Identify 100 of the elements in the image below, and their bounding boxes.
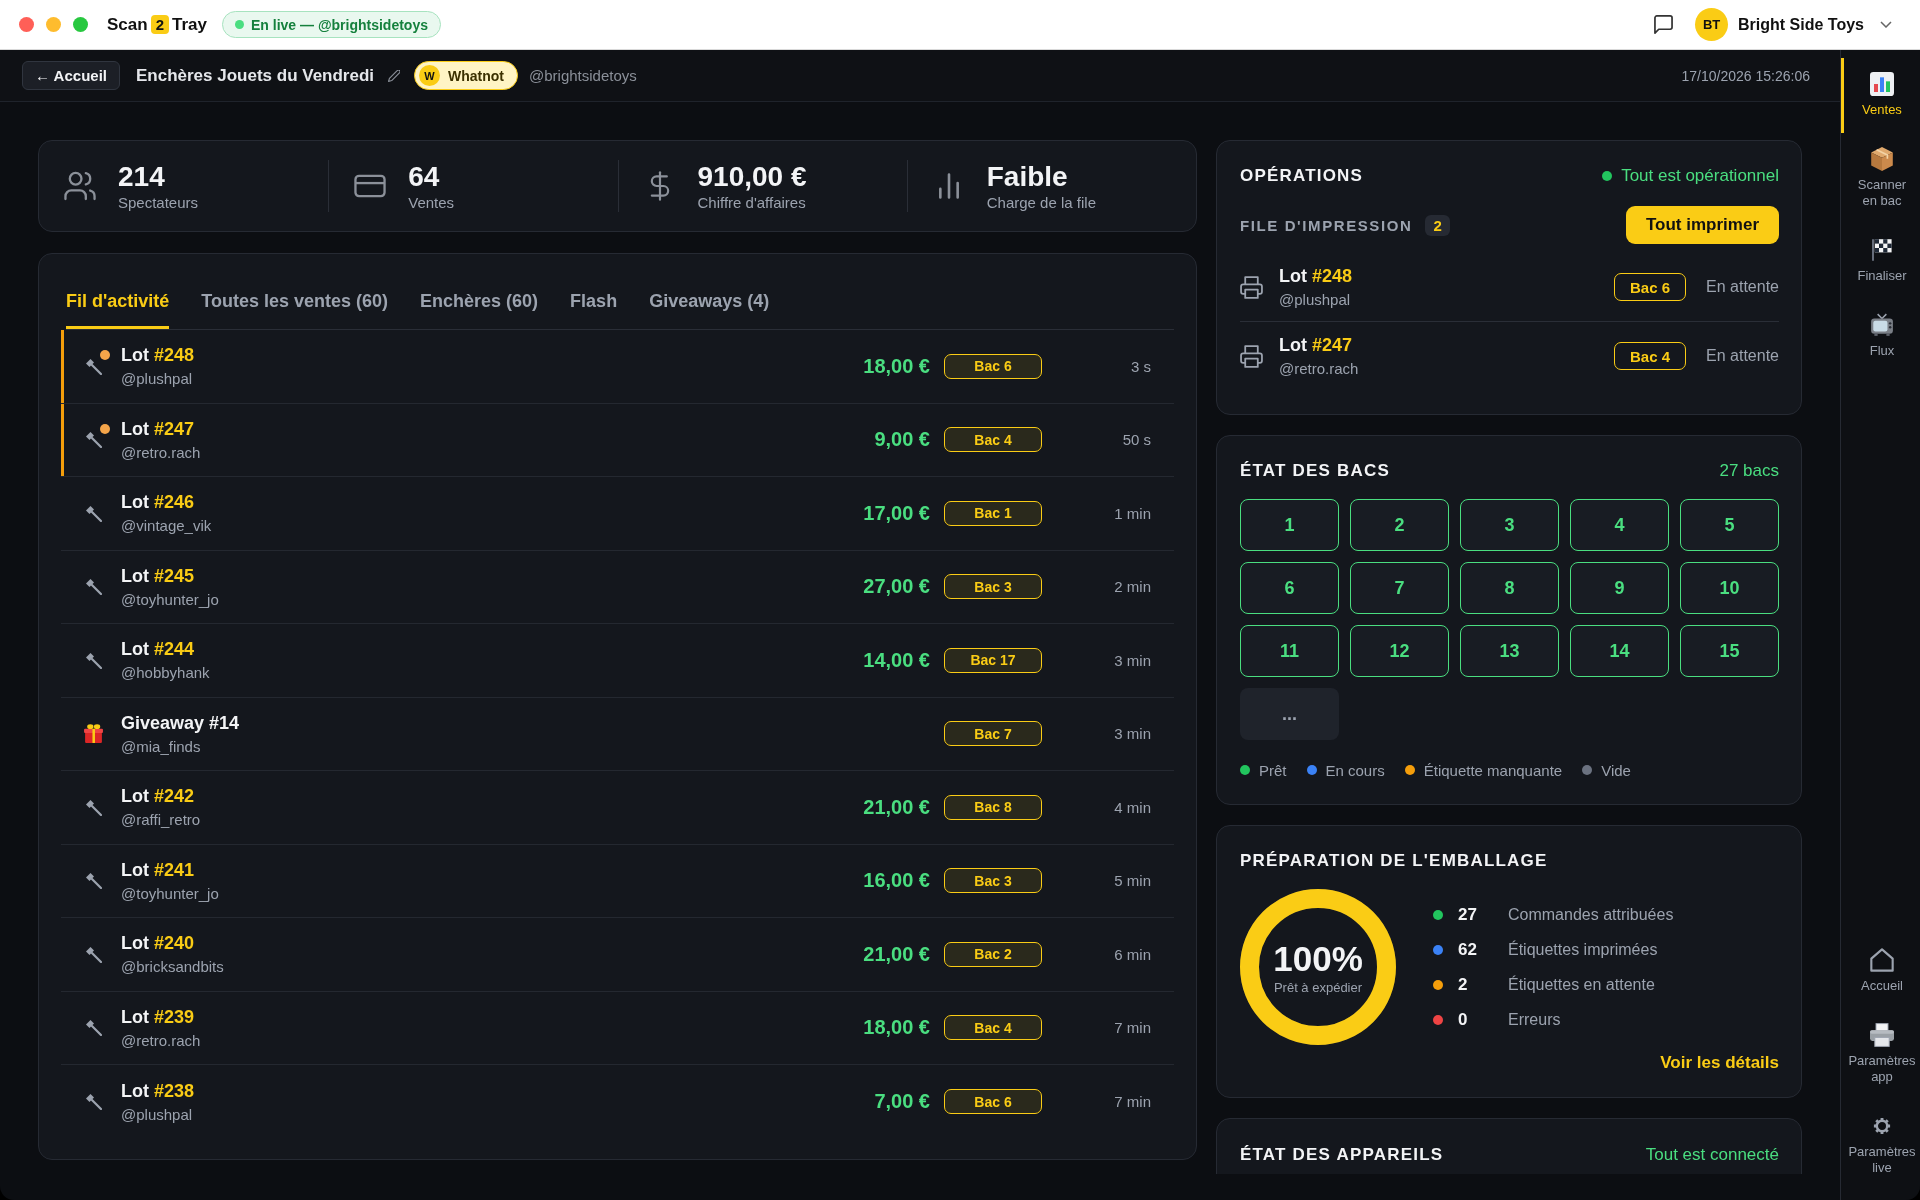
legend-label: Vide (1601, 761, 1631, 779)
price-text: 9,00 € (874, 428, 930, 451)
bin-tile[interactable]: 9 (1570, 562, 1669, 614)
feed-row[interactable]: Lot #248 @plushpal 18,00 € Bac 6 3 s (61, 330, 1174, 404)
bin-tag: Bac 6 (944, 353, 1042, 379)
count-value: 2 (1458, 974, 1469, 995)
close-icon[interactable] (19, 17, 34, 32)
bin-tile[interactable]: 1 (1240, 499, 1339, 551)
feed-row[interactable]: Lot #239 @retro.rach 18,00 € Bac 4 7 min (61, 991, 1174, 1065)
sidebar-item[interactable]: Accueil (1841, 934, 1920, 1009)
chevron-down-icon[interactable] (1880, 21, 1892, 28)
feed-row[interactable]: Lot #241 @toyhunter_jo 16,00 € Bac 3 5 min (61, 844, 1174, 918)
feed-row[interactable]: Lot #244 @hobbyhank 14,00 € Bac 17 3 min (61, 624, 1174, 698)
bin-tile[interactable]: 14 (1570, 625, 1669, 677)
legend-label: En cours (1325, 761, 1385, 779)
feed-tab[interactable]: Toutes les ventes (60) (201, 254, 389, 329)
feed-tab[interactable]: Fil d'activité (66, 254, 170, 329)
legend-label: Étiquette manquante (1423, 761, 1563, 779)
print-all-button[interactable]: Tout imprimer (1625, 206, 1779, 244)
box-icon (1870, 147, 1894, 171)
feed-tab[interactable]: Flash (570, 254, 618, 329)
count-label: Étiquettes en attente (1508, 975, 1655, 994)
bin-tile[interactable]: 5 (1680, 499, 1779, 551)
feed-row[interactable]: Lot #242 @raffi_retro 21,00 € Bac 8 4 min (61, 771, 1174, 845)
details-link[interactable]: Voir les détails (1660, 1053, 1779, 1073)
bin-tag: Bac 4 (944, 427, 1042, 453)
elapsed-time: 4 min (1113, 798, 1151, 816)
buyer-handle: @toyhunter_jo (121, 883, 220, 903)
elapsed-time: 1 min (1113, 504, 1151, 522)
pencil-icon[interactable] (388, 69, 401, 82)
status-text: Tout est connecté (1645, 1145, 1779, 1165)
card-title: OPÉRATIONS (1240, 166, 1364, 186)
price-text: 27,00 € (863, 575, 930, 598)
sidebar-item[interactable]: Ventes (1841, 58, 1920, 133)
bin-tile[interactable]: 2 (1350, 499, 1449, 551)
buyer-handle: @retro.rach (1279, 359, 1360, 378)
item-title: Lot #241 (121, 858, 196, 881)
sidebar-item[interactable]: Finaliser (1841, 224, 1920, 299)
user-avatar[interactable]: BT (1695, 8, 1729, 41)
bin-tag: Bac 8 (944, 794, 1042, 820)
feed-row[interactable]: Lot #245 @toyhunter_jo 27,00 € Bac 3 2 min (61, 550, 1174, 624)
bin-tile[interactable]: 3 (1460, 499, 1559, 551)
feed-row[interactable]: Lot #247 @retro.rach 9,00 € Bac 4 50 s (61, 403, 1174, 477)
bin-tile[interactable]: 13 (1460, 625, 1559, 677)
hammer-icon (84, 872, 102, 890)
sidebar-item[interactable]: Paramètres app (1841, 1009, 1920, 1100)
back-button[interactable]: ← Accueil (22, 61, 120, 90)
bin-tile[interactable]: 12 (1350, 625, 1449, 677)
user-name[interactable]: Bright Side Toys (1738, 15, 1864, 34)
bin-tag: Bac 17 (944, 647, 1042, 673)
hammer-icon (84, 798, 102, 816)
stat-label: Ventes (408, 193, 455, 212)
section-title: FILE D'IMPRESSION (1240, 216, 1413, 234)
feed-tab[interactable]: Enchères (60) (420, 254, 539, 329)
feed-row[interactable]: Lot #240 @bricksandbits 21,00 € Bac 2 6 min (61, 918, 1174, 992)
card-title: ÉTAT DES BACS (1240, 461, 1391, 481)
bin-tile[interactable]: 15 (1680, 625, 1779, 677)
bin-count: 27 bacs (1719, 461, 1779, 481)
count-label: Erreurs (1508, 1010, 1561, 1029)
price-text: 16,00 € (863, 869, 930, 892)
printer-icon (1240, 344, 1263, 368)
bin-tile[interactable]: 4 (1570, 499, 1669, 551)
feed-row[interactable]: Lot #246 @vintage_vik 17,00 € Bac 1 1 min (61, 477, 1174, 551)
bin-tag: Bac 6 (944, 1089, 1042, 1115)
bin-tile[interactable]: 7 (1350, 562, 1449, 614)
bin-tile[interactable]: 10 (1680, 562, 1779, 614)
feed-row[interactable]: Giveaway #14 @mia_finds Bac 7 3 min (61, 697, 1174, 771)
more-bins-button[interactable]: ... (1240, 688, 1339, 740)
buyer-handle: @retro.rach (121, 1030, 202, 1050)
elapsed-time: 3 min (1113, 651, 1151, 669)
bin-tag: Bac 2 (944, 941, 1042, 967)
sidebar-item[interactable]: Flux (1841, 299, 1920, 374)
feed-tab[interactable]: Giveaways (4) (649, 254, 770, 329)
price-text: 18,00 € (863, 1016, 930, 1039)
count-label: Étiquettes imprimées (1508, 940, 1658, 959)
sidebar-item[interactable]: Scanner en bac (1841, 133, 1920, 224)
bin-tile[interactable]: 8 (1460, 562, 1559, 614)
hammer-icon (84, 357, 102, 375)
stat-value: 64 (408, 160, 441, 193)
hammer-icon (84, 651, 102, 669)
settings-icon (1872, 1116, 1892, 1136)
unread-dot-icon (100, 350, 110, 361)
bin-tile[interactable]: 6 (1240, 562, 1339, 614)
bin-tag: Bac 3 (944, 574, 1042, 600)
bin-tile[interactable]: 11 (1240, 625, 1339, 677)
percent-caption: Prêt à expédier (1273, 979, 1363, 995)
chat-icon[interactable] (1654, 15, 1674, 34)
stat-label: Spectateurs (118, 193, 199, 212)
legend-label: Prêt (1259, 761, 1287, 779)
bin-tag: Bac 6 (1614, 273, 1687, 301)
bar-chart-icon (1870, 72, 1894, 96)
buyer-handle: @vintage_vik (121, 516, 213, 536)
hammer-icon (84, 504, 102, 522)
home-icon (1870, 948, 1894, 972)
count-badge: 2 (1425, 214, 1450, 236)
hammer-icon (84, 945, 102, 963)
feed-row[interactable]: Lot #238 @plushpal 7,00 € Bac 6 7 min (61, 1065, 1174, 1139)
sidebar-item[interactable]: Paramètres live (1841, 1100, 1920, 1191)
buyer-handle: @plushpal (121, 369, 194, 389)
hammer-icon (84, 1093, 102, 1111)
